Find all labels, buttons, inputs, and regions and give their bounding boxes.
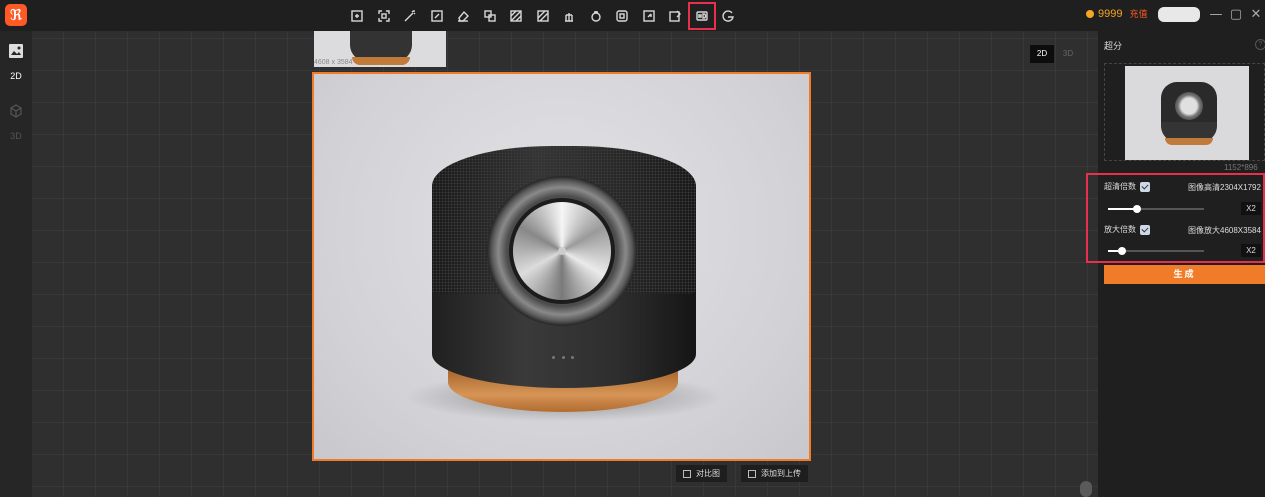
hd-multiplier-label[interactable]: 超清倍数 [1104, 181, 1150, 192]
hd-multiplier-value[interactable]: X2 [1241, 202, 1261, 215]
rotate-icon[interactable] [583, 3, 610, 29]
close-button[interactable]: ✕ [1246, 5, 1265, 25]
view-2d-toggle[interactable]: 2D [1030, 45, 1054, 63]
scale-slider[interactable] [1108, 247, 1204, 255]
generate-button[interactable]: 生成 [1104, 265, 1265, 284]
scale-checkbox[interactable] [1140, 224, 1150, 235]
help-icon[interactable]: ? [1255, 39, 1265, 50]
view-3d-toggle[interactable]: 3D [1056, 45, 1080, 63]
left-sidebar: 2D 3D [0, 31, 32, 497]
hd-slider[interactable] [1108, 205, 1204, 213]
image-size-label: 4608 x 3584 [314, 59, 353, 66]
image-icon[interactable] [8, 43, 24, 59]
pattern-icon[interactable] [530, 3, 557, 29]
coin-count: 9999 [1098, 7, 1123, 20]
add-to-upload-button[interactable]: 添加到上传 [741, 465, 808, 482]
g-icon[interactable] [715, 3, 742, 29]
scroll-handle[interactable] [1080, 481, 1092, 497]
speaker-indicator-dots [552, 356, 574, 359]
brush-edit-icon[interactable] [424, 3, 451, 29]
canvas: 4608 x 3584 2D 3D 对比图 添加到上传 [32, 31, 1098, 497]
source-image-thumbnail [1125, 66, 1249, 160]
coin-icon [1086, 9, 1094, 18]
upload-icon [748, 469, 756, 478]
add-upload-label: 添加到上传 [761, 469, 801, 478]
crop-icon[interactable] [344, 3, 371, 29]
app-logo[interactable]: ℜ [5, 4, 27, 26]
maximize-button[interactable]: ▢ [1226, 5, 1246, 25]
layers-icon[interactable] [609, 3, 636, 29]
texture-icon[interactable] [503, 3, 530, 29]
eraser-icon[interactable] [450, 3, 477, 29]
hd-checkbox[interactable] [1140, 181, 1150, 192]
toolbar [344, 2, 742, 30]
source-image-box[interactable] [1104, 63, 1265, 161]
compare-label: 对比图 [696, 469, 720, 478]
compare-button[interactable]: 对比图 [676, 465, 727, 482]
hd-info: 图像高清2304X1792 [1188, 183, 1261, 192]
hd-upscale-icon[interactable] [687, 2, 716, 30]
main-image[interactable] [312, 72, 811, 461]
mode-3d[interactable]: 3D [0, 131, 32, 141]
avatar[interactable] [1158, 7, 1200, 22]
hd-slider-handle[interactable] [1132, 205, 1141, 213]
magic-wand-icon[interactable] [397, 3, 424, 29]
expand-icon[interactable] [636, 3, 663, 29]
scale-info: 图像放大4608X3584 [1188, 226, 1261, 235]
right-panel: 超分 ? 1152*896 超清倍数 图像高清2304X1792 X2 放大倍数… [1086, 31, 1265, 497]
scale-multiplier-value[interactable]: X2 [1241, 244, 1261, 257]
light-icon[interactable] [556, 3, 583, 29]
recharge-link[interactable]: 充值 [1129, 7, 1147, 20]
scan-icon[interactable] [371, 3, 398, 29]
replace-icon[interactable] [477, 3, 504, 29]
mode-2d[interactable]: 2D [0, 71, 32, 81]
source-resolution: 1152*896 [1224, 163, 1258, 172]
coin-balance: 9999 充值 [1086, 7, 1148, 20]
panel-title: 超分 [1104, 41, 1123, 51]
image-edit-icon[interactable] [662, 3, 689, 29]
cube-icon[interactable] [8, 103, 24, 119]
compare-icon [683, 469, 691, 478]
minimize-button[interactable]: — [1206, 5, 1226, 25]
scale-multiplier-label[interactable]: 放大倍数 [1104, 224, 1150, 235]
top-bar: ℜ 9999 充值 — ▢ ✕ [0, 0, 1265, 31]
